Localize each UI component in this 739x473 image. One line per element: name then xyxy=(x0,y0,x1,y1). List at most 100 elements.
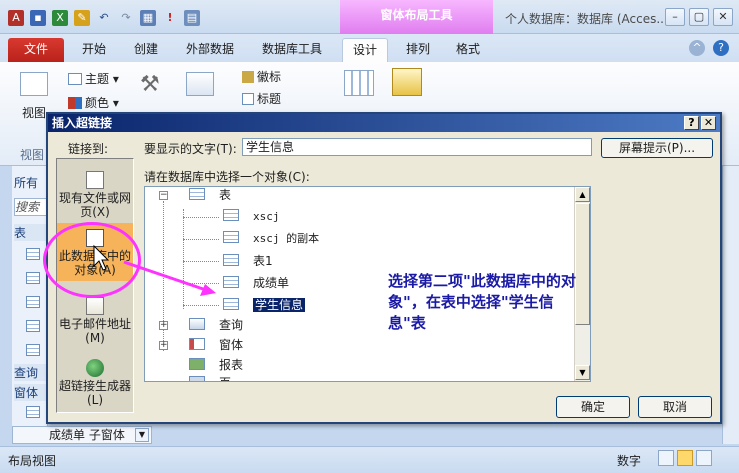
dialog-help-button[interactable]: ? xyxy=(684,116,699,130)
form-tab[interactable]: 成绩单 子窗体 ▼ xyxy=(12,426,152,444)
tree-node-tables[interactable]: 表 xyxy=(189,187,231,203)
close-button[interactable]: ✕ xyxy=(713,8,733,26)
dropdown-arrow-icon[interactable]: ▼ xyxy=(135,428,149,442)
nav-table-icon[interactable] xyxy=(26,344,40,356)
maximize-button[interactable]: ▢ xyxy=(689,8,709,26)
highlight-circle xyxy=(43,222,141,298)
tree-pages-label: 页 xyxy=(219,376,231,381)
tab-external-data[interactable]: 外部数据 xyxy=(186,38,234,62)
tree-item[interactable]: 成绩单 xyxy=(223,275,289,291)
tab-file[interactable]: 文件 xyxy=(8,38,64,62)
tab-design[interactable]: 设计 xyxy=(342,38,388,62)
nav-table-icon[interactable] xyxy=(26,272,40,284)
nav-table-icon[interactable] xyxy=(26,320,40,332)
tree-expand-icon[interactable]: + xyxy=(159,341,168,350)
nav-table-icon[interactable] xyxy=(26,296,40,308)
grid-icon[interactable]: ▦ xyxy=(140,10,156,26)
tree-collapse-icon[interactable]: − xyxy=(159,191,168,200)
undo-icon[interactable]: ↶ xyxy=(96,10,112,26)
edit-icon[interactable]: ✎ xyxy=(74,10,90,26)
ribbon-collapse-icon[interactable]: ^ xyxy=(689,40,705,56)
table-icon[interactable]: ▤ xyxy=(184,10,200,26)
redo-icon[interactable]: ↷ xyxy=(118,10,134,26)
property-sheet-icon[interactable] xyxy=(392,68,422,96)
tree-line xyxy=(183,217,219,218)
tree-node-reports[interactable]: 报表 xyxy=(189,357,243,373)
minimize-button[interactable]: – xyxy=(665,8,685,26)
image-icon[interactable] xyxy=(186,72,214,96)
right-scroll-strip[interactable] xyxy=(722,166,739,444)
dialog-title: 插入超链接 ? ✕ xyxy=(48,114,720,132)
tools-icon[interactable]: ⚒ xyxy=(140,72,160,97)
status-bar: 布局视图 数字 xyxy=(0,446,739,473)
theme-label: 主题 xyxy=(85,72,110,86)
tab-create[interactable]: 创建 xyxy=(134,38,158,62)
nav-all-objects[interactable]: 所有 xyxy=(14,174,48,191)
exclamation-icon[interactable]: ! xyxy=(162,10,178,26)
tab-arrange[interactable]: 排列 xyxy=(406,38,430,62)
save-icon[interactable]: ▪ xyxy=(30,10,46,26)
scroll-up-icon[interactable]: ▲ xyxy=(575,187,590,202)
form-view-button[interactable] xyxy=(658,450,674,466)
link-existing-file-option[interactable]: 现有文件或网 页(X) xyxy=(57,171,133,219)
nav-table-icon[interactable] xyxy=(26,248,40,260)
logo-button[interactable]: 徽标 xyxy=(242,68,281,85)
theme-icon xyxy=(68,73,82,85)
scroll-down-icon[interactable]: ▼ xyxy=(575,365,590,380)
view-button-label[interactable]: 视图 xyxy=(22,104,46,121)
dialog-title-text: 插入超链接 xyxy=(52,116,113,130)
tree-node-forms[interactable]: 窗体 xyxy=(189,337,243,353)
display-text-input[interactable]: 学生信息 xyxy=(242,138,592,156)
globe-file-icon xyxy=(86,171,104,189)
screentip-button[interactable]: 屏幕提示(P)... xyxy=(601,138,713,158)
tree-node-queries[interactable]: 查询 xyxy=(189,317,243,333)
context-tab-title: 窗体布局工具 xyxy=(340,0,493,34)
design-view-button[interactable] xyxy=(696,450,712,466)
tab-database-tools[interactable]: 数据库工具 xyxy=(262,38,322,62)
table-icon xyxy=(223,298,239,310)
view-icon[interactable] xyxy=(20,72,48,96)
instruction-annotation: 选择第二项"此数据库中的对象"，在表中选择"学生信息"表 xyxy=(388,272,576,332)
tree-item[interactable]: 表1 xyxy=(223,253,273,269)
view-group-label: 视图 xyxy=(20,148,45,162)
navigation-pane: 所有 搜索 表 查询 窗体 xyxy=(12,166,48,441)
add-fields-icon[interactable] xyxy=(344,70,374,96)
nav-group-tables[interactable]: 表 xyxy=(14,224,48,241)
nav-form-icon[interactable] xyxy=(26,406,40,418)
nav-group-forms[interactable]: 窗体 xyxy=(14,384,48,401)
tree-line xyxy=(183,239,219,240)
tree-expand-icon[interactable]: + xyxy=(159,321,168,330)
theme-button[interactable]: 主题 ▾ xyxy=(68,70,119,87)
link-builder-option[interactable]: 超链接生成器 (L) xyxy=(57,359,133,407)
nav-group-queries[interactable]: 查询 xyxy=(14,364,48,381)
link-existing-label-1: 现有文件或网 xyxy=(58,191,131,205)
nav-search[interactable]: 搜索 xyxy=(14,198,48,216)
layout-view-button[interactable] xyxy=(677,450,693,466)
tree-item-label: 表1 xyxy=(253,254,273,268)
tree-item[interactable]: xscj 的副本 xyxy=(223,231,319,247)
colors-button[interactable]: 颜色 ▾ xyxy=(68,94,119,111)
tree-item-selected[interactable]: 学生信息 xyxy=(223,297,306,313)
tree-item[interactable]: xscj xyxy=(223,209,280,225)
tree-item-label: xscj xyxy=(253,210,280,223)
table-icon xyxy=(223,276,239,288)
help-icons: ^ ? xyxy=(689,40,729,56)
table-icon xyxy=(223,231,239,243)
dialog-close-button[interactable]: ✕ xyxy=(701,116,716,130)
cancel-button[interactable]: 取消 xyxy=(638,396,712,418)
tree-node-pages[interactable]: 页 xyxy=(189,375,231,381)
form-icon xyxy=(189,338,205,350)
ribbon-tabs: 文件 开始 创建 外部数据 数据库工具 设计 排列 格式 ^ ? xyxy=(0,34,739,62)
report-icon xyxy=(189,358,205,370)
link-to-label: 链接到: xyxy=(68,142,109,156)
tab-home[interactable]: 开始 xyxy=(82,38,106,62)
excel-icon[interactable]: X xyxy=(52,10,68,26)
quick-access-toolbar: A ▪ X ✎ ↶ ↷ ▦ ! ▤ xyxy=(8,10,200,26)
tree-line xyxy=(183,305,219,306)
link-email-option[interactable]: 电子邮件地址 (M) xyxy=(57,297,133,345)
help-icon[interactable]: ? xyxy=(713,40,729,56)
title-button[interactable]: 标题 xyxy=(242,90,281,107)
access-logo-icon: A xyxy=(8,10,24,26)
ok-button[interactable]: 确定 xyxy=(556,396,630,418)
tab-format[interactable]: 格式 xyxy=(456,38,480,62)
